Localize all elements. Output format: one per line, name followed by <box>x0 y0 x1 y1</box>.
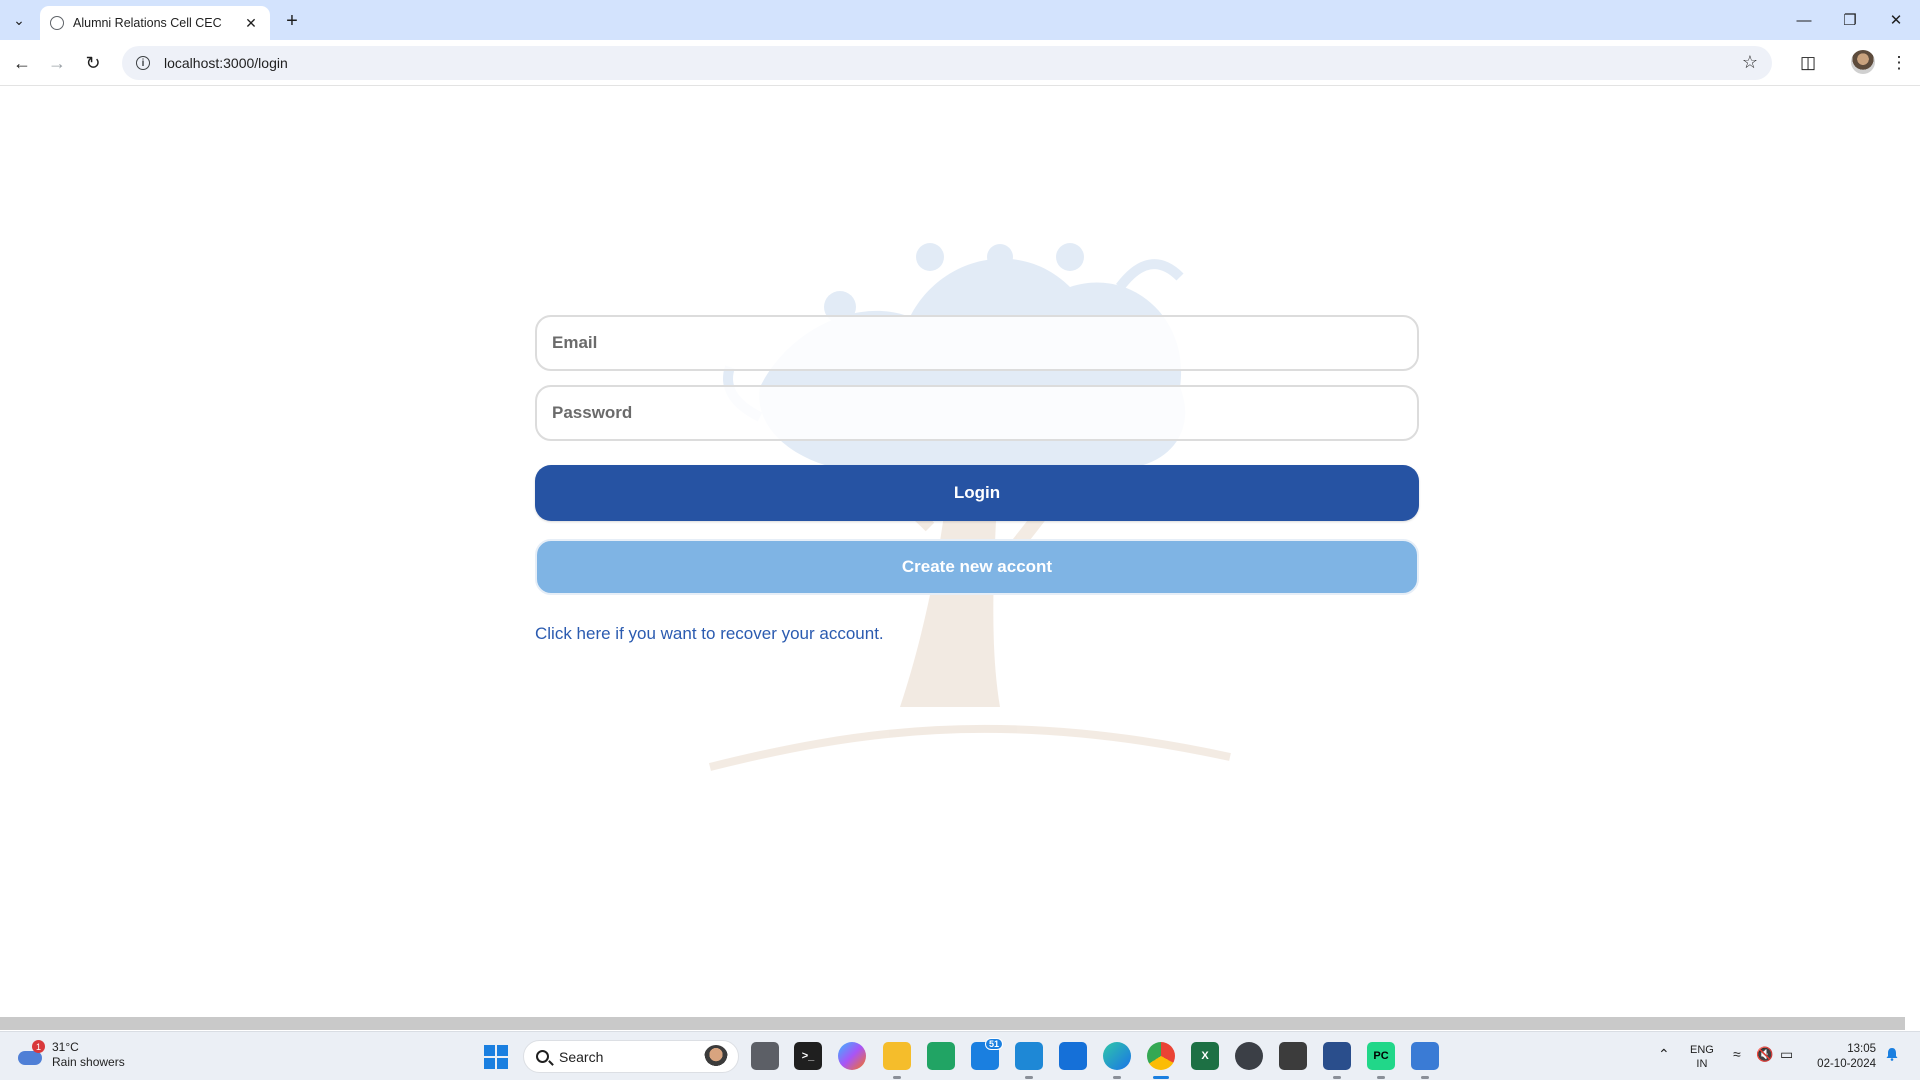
minimize-button[interactable]: — <box>1781 0 1827 40</box>
terminal-icon[interactable]: >_ <box>794 1042 822 1070</box>
search-label: Search <box>559 1048 604 1065</box>
mail-icon[interactable]: 51 <box>971 1038 1003 1070</box>
browser-tab[interactable]: Alumni Relations Cell CEC ✕ <box>40 6 270 40</box>
clock[interactable]: 13:05 02-10-2024 <box>1812 1042 1876 1072</box>
app-icon[interactable] <box>1279 1042 1307 1070</box>
weather-badge: 1 <box>32 1040 45 1053</box>
forward-button[interactable]: → <box>43 49 71 77</box>
sheets-icon[interactable] <box>927 1042 955 1070</box>
profile-avatar[interactable] <box>1851 50 1875 74</box>
browser-tab-strip: ⌄ Alumni Relations Cell CEC ✕ + — ❐ ✕ <box>0 0 1920 40</box>
battery-icon[interactable]: ▭ <box>1780 1046 1793 1063</box>
search-highlight-image <box>704 1045 728 1069</box>
globe-icon <box>50 16 64 30</box>
mail-badge: 51 <box>984 1038 1003 1050</box>
weather-cloud-icon: 1 <box>16 1040 45 1067</box>
search-icon <box>536 1050 549 1063</box>
wifi-icon[interactable]: ≈ <box>1733 1046 1741 1062</box>
new-tab-button[interactable]: + <box>280 9 304 33</box>
close-window-button[interactable]: ✕ <box>1873 0 1919 40</box>
back-button[interactable]: ← <box>8 49 36 77</box>
site-info-icon[interactable]: i <box>136 56 150 70</box>
pycharm-icon[interactable]: PC <box>1367 1042 1395 1070</box>
taskbar: 1 31°C Rain showers Search >_ 51 X PC ⌃ … <box>0 1031 1920 1080</box>
extensions-icon[interactable]: ◫ <box>1794 49 1822 77</box>
tab-title: Alumni Relations Cell CEC <box>73 16 222 30</box>
create-account-button[interactable]: Create new accont <box>535 539 1419 595</box>
lang-top: ENG <box>1690 1044 1714 1056</box>
address-bar[interactable]: i localhost:3000/login ☆ <box>122 46 1772 80</box>
lang-bottom: IN <box>1696 1058 1708 1070</box>
weather-temp: 31°C <box>52 1040 79 1054</box>
horizontal-scrollbar[interactable] <box>0 1017 1905 1030</box>
login-page: Login Create new accont Click here if yo… <box>0 87 1920 1017</box>
browser-menu-icon[interactable]: ⋮ <box>1885 49 1913 77</box>
address-url: localhost:3000/login <box>164 55 288 71</box>
clock-date: 02-10-2024 <box>1817 1058 1876 1070</box>
browser-toolbar: ← → ↻ i localhost:3000/login ☆ ◫ ⋮ <box>0 40 1920 86</box>
excel-icon[interactable]: X <box>1191 1042 1219 1070</box>
file-explorer-icon[interactable] <box>883 1042 911 1070</box>
weather-widget[interactable]: 1 31°C Rain showers <box>16 1040 125 1070</box>
recover-account-link[interactable]: Click here if you want to recover your a… <box>535 624 884 644</box>
chrome-icon[interactable] <box>1147 1042 1175 1070</box>
tab-close-icon[interactable]: ✕ <box>242 14 260 32</box>
clock-time: 13:05 <box>1847 1043 1876 1055</box>
login-button[interactable]: Login <box>535 465 1419 521</box>
language-indicator[interactable]: ENG IN <box>1690 1043 1714 1071</box>
tray-chevron-up-icon[interactable]: ⌃ <box>1658 1046 1670 1063</box>
taskbar-search[interactable]: Search <box>523 1040 739 1073</box>
edge-icon[interactable] <box>1103 1042 1131 1070</box>
start-windows-icon[interactable] <box>484 1045 508 1069</box>
restore-button[interactable]: ❐ <box>1827 0 1873 40</box>
notepad-icon[interactable] <box>1411 1042 1439 1070</box>
copilot-icon[interactable] <box>838 1042 866 1070</box>
speaker-muted-icon[interactable]: 🔇 <box>1756 1046 1773 1063</box>
password-input[interactable] <box>535 385 1419 441</box>
bookmark-star-icon[interactable]: ☆ <box>1742 52 1758 73</box>
snipping-tool-icon[interactable] <box>1323 1042 1351 1070</box>
camera-icon[interactable] <box>1235 1042 1263 1070</box>
vscode-icon[interactable] <box>1015 1042 1043 1070</box>
email-input[interactable] <box>535 315 1419 371</box>
store-icon[interactable] <box>1059 1042 1087 1070</box>
task-view-icon[interactable] <box>751 1042 779 1070</box>
reload-button[interactable]: ↻ <box>79 49 107 77</box>
tab-search-chevron-icon[interactable]: ⌄ <box>7 8 31 32</box>
weather-desc: Rain showers <box>52 1055 125 1069</box>
notification-bell-icon[interactable] <box>1886 1047 1898 1061</box>
